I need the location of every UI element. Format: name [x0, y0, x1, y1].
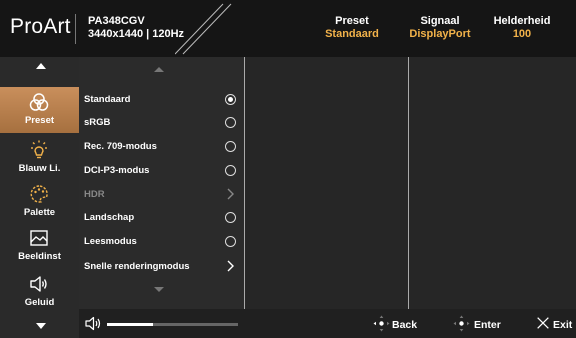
sound-icon [30, 276, 47, 292]
header-brightness: Helderheid 100 [485, 15, 559, 41]
palette-icon [30, 185, 48, 203]
list-scroll-up-icon[interactable] [154, 67, 164, 72]
chevron-right-icon [227, 188, 234, 200]
sidebar-item-sound[interactable]: Geluid [0, 269, 79, 315]
header-brightness-label: Helderheid [493, 15, 551, 27]
sidebar-item-blue-light[interactable]: Blauw Li. [0, 135, 79, 181]
blue-light-icon [31, 140, 47, 159]
preset-list-panel: Standaard sRGB Rec. 709-modus DCI-P3-mod… [79, 57, 244, 309]
sidebar-item-label: Beeldinst [18, 251, 61, 262]
osd-footer: Back Enter Exit [79, 309, 576, 338]
brand-divider [75, 14, 76, 44]
header-decoration [175, 3, 232, 55]
submenu-panel [245, 57, 408, 309]
joystick-press-icon [453, 315, 470, 332]
list-item-label: HDR [84, 189, 105, 200]
sidebar-item-label: Geluid [24, 297, 55, 308]
header-signal: Signaal DisplayPort [400, 15, 480, 41]
osd-menu: ProArt PA348CGV 3440x1440 | 120Hz Preset… [0, 0, 576, 338]
header-preset-label: Preset [335, 15, 369, 27]
back-label: Back [392, 319, 418, 331]
back-button[interactable]: Back [373, 314, 423, 334]
sidebar-item-palette[interactable]: Palette [0, 179, 79, 225]
sidebar-item-label: Palette [23, 207, 56, 218]
brand-logo: ProArt [10, 15, 71, 38]
header-preset: Preset Standaard [312, 15, 392, 41]
radio-icon[interactable] [225, 212, 236, 223]
header-preset-value: Standaard [325, 28, 379, 40]
list-item-rec709[interactable]: Rec. 709-modus [79, 136, 244, 158]
header-signal-value: DisplayPort [409, 28, 471, 40]
list-item-leesmodus[interactable]: Leesmodus [79, 231, 244, 253]
sidebar-item-label: Preset [24, 115, 55, 126]
header-signal-label: Signaal [420, 15, 460, 27]
enter-label: Enter [474, 319, 501, 331]
list-scroll-down-icon[interactable] [154, 287, 164, 292]
list-item-label: Leesmodus [84, 236, 137, 247]
volume-slider[interactable] [107, 323, 238, 326]
submenu-panel-2 [409, 57, 576, 309]
close-icon [537, 317, 549, 329]
image-setup-icon [30, 230, 48, 246]
volume-slider-fill [107, 323, 153, 326]
sidebar-item-preset[interactable]: Preset [0, 87, 79, 133]
list-item-hdr: HDR [79, 184, 244, 206]
model-resolution: 3440x1440 | 120Hz [88, 28, 185, 40]
radio-icon[interactable] [225, 236, 236, 247]
list-item-label: Snelle renderingmodus [84, 261, 190, 272]
model-info: PA348CGV 3440x1440 | 120Hz [88, 15, 184, 41]
joystick-left-icon [373, 315, 390, 332]
list-item-snelle-rendering[interactable]: Snelle renderingmodus [79, 256, 244, 278]
osd-header: ProArt PA348CGV 3440x1440 | 120Hz Preset… [0, 0, 576, 57]
header-brightness-value: 100 [512, 28, 532, 40]
sidebar-scroll-down-icon[interactable] [36, 323, 46, 329]
exit-button[interactable]: Exit [535, 314, 575, 334]
list-item-label: Landschap [84, 212, 135, 223]
list-item-srgb[interactable]: sRGB [79, 112, 244, 134]
radio-icon[interactable] [225, 141, 236, 152]
list-item-landschap[interactable]: Landschap [79, 207, 244, 229]
list-item-standaard[interactable]: Standaard [79, 89, 244, 111]
radio-selected-icon[interactable] [225, 94, 236, 105]
exit-label: Exit [553, 319, 573, 331]
list-item-label: Rec. 709-modus [84, 141, 157, 152]
radio-icon[interactable] [225, 165, 236, 176]
sidebar-item-image-setup[interactable]: Beeldinst [0, 223, 79, 269]
chevron-right-icon[interactable] [225, 260, 235, 272]
sidebar-item-label: Blauw Li. [18, 163, 61, 174]
volume-icon [85, 316, 101, 331]
list-item-label: sRGB [84, 117, 111, 128]
model-name: PA348CGV [88, 15, 145, 27]
sidebar: Preset Blauw Li. Palette Beeldinst Gelui… [0, 57, 79, 338]
radio-icon[interactable] [225, 117, 236, 128]
sidebar-scroll-up-icon[interactable] [36, 63, 46, 69]
list-item-label: DCI-P3-modus [84, 165, 150, 176]
enter-button[interactable]: Enter [453, 314, 509, 334]
list-item-label: Standaard [84, 94, 131, 105]
preset-icon [29, 93, 49, 111]
list-item-dci-p3[interactable]: DCI-P3-modus [79, 160, 244, 182]
